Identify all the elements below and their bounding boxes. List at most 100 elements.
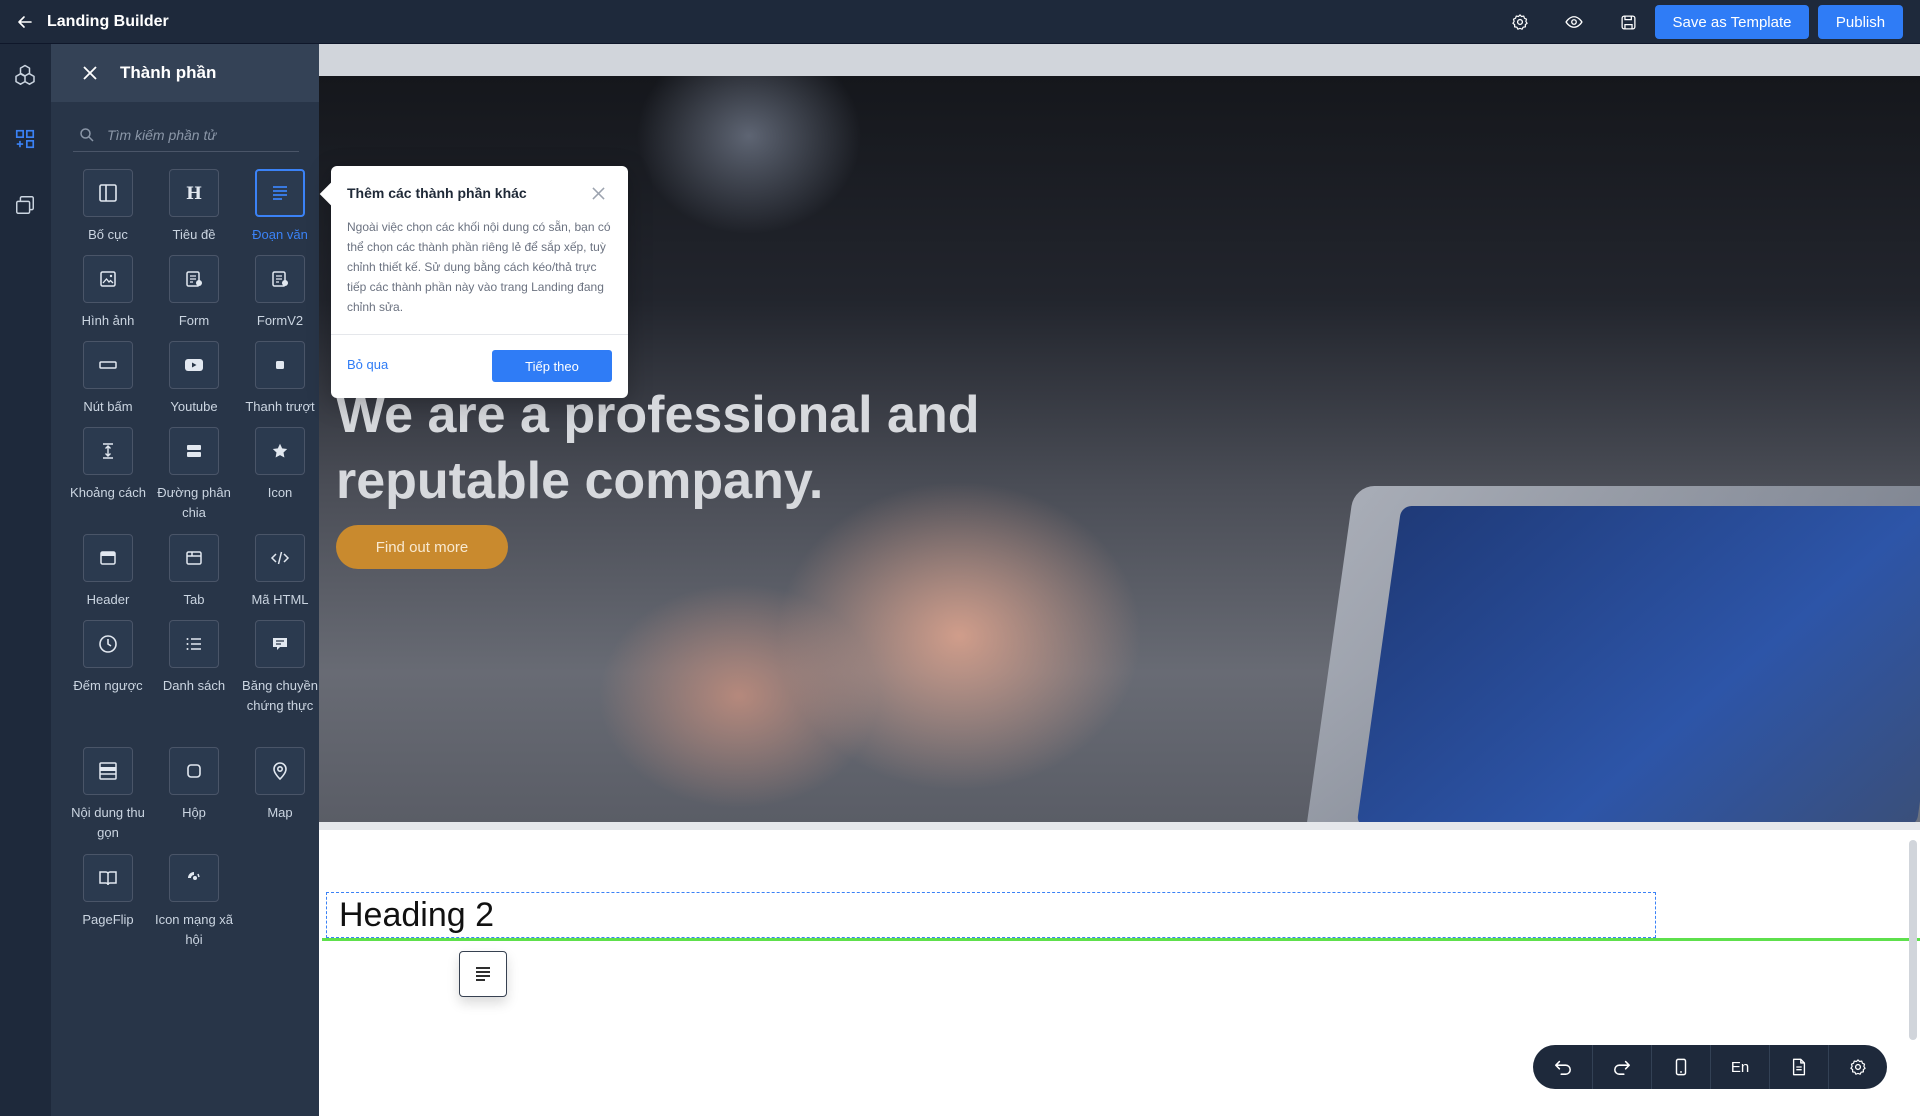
component-item-divider[interactable]: Đường phân chia [151,427,237,523]
hero-headline[interactable]: We are a professional and reputable comp… [336,382,1096,514]
component-item-layout[interactable]: Bố cục [65,169,151,245]
canvas-ruler [319,44,1920,76]
component-item-slider[interactable]: Thanh trượt [237,341,323,417]
component-item-image[interactable]: Hình ảnh [65,255,151,331]
back-arrow-icon[interactable] [14,11,36,33]
spacer-icon [103,443,113,459]
dragging-paragraph-ghost[interactable] [459,951,507,997]
search-input[interactable] [107,124,297,146]
search-field [73,118,299,152]
component-item-map[interactable]: Map [237,747,323,823]
component-label: Icon [267,485,293,500]
skip-link[interactable]: Bỏ qua [347,357,388,372]
accordion-icon [99,762,117,780]
heading-2-text[interactable]: Heading 2 [339,896,494,935]
publish-button[interactable]: Publish [1818,5,1903,39]
component-item-box[interactable]: Hộp [151,747,237,823]
component-item-testimonial[interactable]: Băng chuyền chứng thực [237,620,323,716]
image-icon [100,271,116,287]
close-icon[interactable] [80,63,100,83]
component-label: FormV2 [256,313,304,328]
component-label: Form [178,313,210,328]
component-label: PageFlip [82,912,134,927]
social-icon [188,872,200,880]
components-panel: Thành phần y 126 --> Bố cục H Tiêu đề Đo… [51,44,319,1116]
formv2-icon [272,271,288,287]
divider-icon [187,445,201,457]
box-icon [187,764,201,778]
component-item-spacer[interactable]: Khoảng cách [65,427,151,503]
search-icon [80,128,94,142]
button-icon [99,361,117,369]
component-label: Nội dung thu gọn [71,805,145,840]
app-title: Landing Builder [47,13,169,30]
component-label: Danh sách [162,678,226,693]
component-item-tab[interactable]: Tab [151,534,237,610]
component-label: Youtube [170,399,218,414]
language-toggle[interactable]: En [1710,1045,1769,1089]
save-as-template-button[interactable]: Save as Template [1655,5,1809,39]
component-label: Đoạn văn [252,227,308,242]
component-label: Hình ảnh [81,313,135,328]
component-label: Tab [183,592,205,607]
panel-header: Thành phần [51,44,319,102]
component-label: Hộp [182,805,206,820]
component-item-youtube[interactable]: Youtube [151,341,237,417]
component-label: Mã HTML [251,592,309,607]
book-icon [99,871,117,886]
component-label: Băng chuyền chứng thực [242,678,318,713]
component-label: Map [267,805,293,820]
hero-laptop-screen [1356,506,1920,822]
component-item-icon[interactable]: Icon [237,427,323,503]
component-label: Khoảng cách [70,485,146,500]
redo-icon[interactable] [1592,1045,1651,1089]
component-label: Nút bấm [83,399,133,414]
heading-selection-box[interactable] [326,892,1656,938]
component-label: Đường phân chia [157,485,231,520]
undo-icon[interactable] [1533,1045,1592,1089]
preview-eye-icon[interactable] [1563,11,1585,33]
component-item-header[interactable]: Header [65,534,151,610]
components-grid-icon[interactable] [12,126,38,152]
paragraph-icon [273,186,287,200]
page-document-icon[interactable] [1769,1045,1828,1089]
slider-icon [276,361,284,369]
component-item-pageflip[interactable]: PageFlip [65,854,151,930]
code-icon [270,551,290,565]
component-item-accordion[interactable]: Nội dung thu gọn [65,747,151,843]
list-icon [186,638,201,650]
component-item-social[interactable]: Icon mạng xã hội [151,854,237,950]
panel-title: Thành phần [120,63,217,82]
star-icon [272,443,288,458]
settings-gear-icon[interactable] [1509,11,1531,33]
testimonial-icon [273,638,287,650]
component-label: Thanh trượt [245,399,315,414]
left-rail [0,44,51,1116]
close-icon[interactable] [589,184,607,202]
save-disk-icon[interactable] [1617,11,1639,33]
component-item-heading[interactable]: H Tiêu đề [151,169,237,245]
component-item-html[interactable]: Mã HTML [237,534,323,610]
blocks-icon[interactable] [12,62,38,88]
component-item-button[interactable]: Nút bấm [65,341,151,417]
clock-icon [99,635,117,653]
map-pin-icon [273,762,287,781]
mobile-view-icon[interactable] [1651,1045,1710,1089]
popover-divider [331,334,628,335]
onboarding-popover: Thêm các thành phần khác Ngoài việc chọn… [319,166,628,398]
canvas-scrollbar[interactable] [1909,840,1917,1040]
component-item-formv2[interactable]: FormV2 [237,255,323,331]
component-item-list[interactable]: Danh sách [151,620,237,696]
page-settings-gear-icon[interactable] [1828,1045,1887,1089]
find-out-more-button[interactable]: Find out more [336,525,508,569]
component-item-form[interactable]: Form [151,255,237,331]
drop-indicator-line [322,938,1920,941]
top-bar: Landing Builder Save as Template Publish [0,0,1920,44]
component-item-paragraph[interactable]: Đoạn văn [237,169,323,245]
header-icon [100,551,116,565]
youtube-icon [185,359,203,371]
next-button[interactable]: Tiếp theo [492,350,612,382]
component-item-countdown[interactable]: Đếm ngược [65,620,151,696]
component-label: Tiêu đề [172,227,216,242]
pages-icon[interactable] [12,192,38,218]
